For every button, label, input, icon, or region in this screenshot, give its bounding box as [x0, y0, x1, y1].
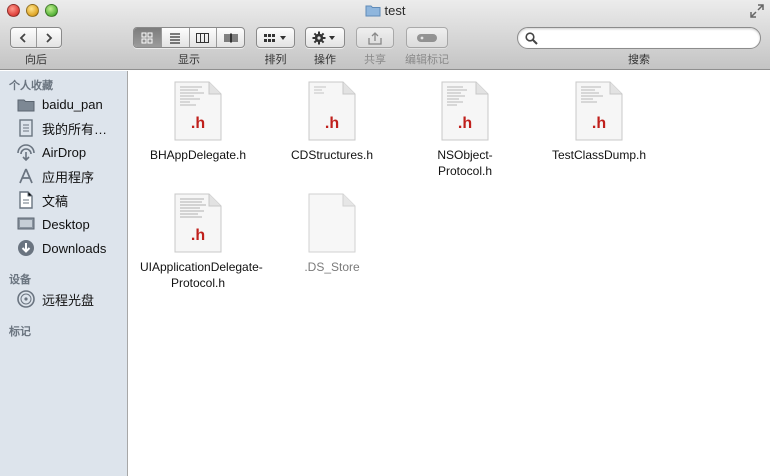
sidebar-item-label: Downloads [42, 240, 107, 256]
all-files-icon [16, 118, 36, 138]
forward-button[interactable] [37, 28, 62, 47]
sidebar-section-favorites: 个人收藏 [9, 80, 53, 92]
file-name: NSObject-Protocol.h [437, 148, 493, 178]
file-item-ds-store[interactable]: .DS_Store [267, 193, 397, 275]
tag-icon [417, 33, 437, 42]
file-type-badge: .h [457, 115, 473, 132]
edit-tags-button[interactable] [406, 27, 448, 48]
edit-tags-button-face [407, 28, 447, 47]
sidebar-item-label: 应用程序 [42, 169, 95, 185]
fullscreen-icon[interactable] [750, 4, 764, 18]
cover-flow-icon [224, 33, 238, 42]
action-button-face [306, 28, 344, 47]
search-label: 搜索 [628, 54, 650, 66]
sidebar-item-baidu-pan[interactable]: baidu_pan [16, 94, 126, 114]
sidebar-item-label: 我的所有… [42, 121, 108, 137]
file-type-badge: .h [324, 115, 340, 132]
list-view-button[interactable] [162, 28, 190, 47]
column-view-icon [196, 32, 210, 43]
window-title-text: test [384, 3, 406, 18]
list-view-icon [170, 32, 181, 44]
view-label: 显示 [178, 54, 200, 66]
file-type-badge: .h [190, 115, 206, 132]
back-forward-label: 向后 [25, 54, 47, 66]
file-name: CDStructures.h [290, 148, 374, 162]
sidebar-section-tags: 标记 [9, 326, 31, 338]
sidebar-item-applications[interactable]: 应用程序 [16, 166, 126, 186]
arrange-icon [263, 33, 286, 42]
cover-flow-button[interactable] [217, 28, 244, 47]
chevron-left-icon [19, 32, 26, 43]
sidebar-item-documents[interactable]: 文稿 [16, 190, 126, 210]
file-item-uiapplicationdelegate-protocol[interactable]: .h UIApplicationDelegate-Protocol.h [133, 193, 263, 291]
share-icon [368, 31, 382, 45]
header-file-icon: .h [308, 81, 356, 141]
arrange-button[interactable] [256, 27, 295, 48]
sidebar-item-desktop[interactable]: Desktop [16, 214, 126, 234]
file-item-testclassdump[interactable]: .h TestClassDump.h [534, 81, 664, 163]
sidebar-item-all-my-files[interactable]: 我的所有… [16, 118, 126, 138]
sidebar-item-label: AirDrop [42, 144, 87, 160]
desktop-icon [16, 214, 36, 234]
sidebar-item-label: baidu_pan [42, 96, 103, 112]
file-item-bhappdelegate[interactable]: .h BHAppDelegate.h [133, 81, 263, 163]
file-name: UIApplicationDelegate-Protocol.h [140, 260, 263, 290]
share-label: 共享 [364, 54, 386, 66]
arrange-button-face [257, 28, 294, 47]
header-file-icon: .h [174, 193, 222, 253]
toolbar: test 向后 显示 排列 操作 共享 编辑标记 搜索 [0, 0, 770, 70]
remote-disc-icon [16, 289, 36, 309]
back-forward-control [10, 27, 62, 48]
sidebar-item-remote-disc[interactable]: 远程光盘 [16, 289, 126, 309]
edit-tags-label: 编辑标记 [405, 54, 449, 66]
icon-view-icon [141, 32, 153, 43]
header-file-icon: .h [441, 81, 489, 141]
file-name: BHAppDelegate.h [149, 148, 247, 162]
share-button[interactable] [356, 27, 394, 48]
file-name: TestClassDump.h [551, 148, 647, 162]
airdrop-icon [16, 142, 36, 162]
folder-icon [16, 94, 36, 114]
downloads-icon [16, 238, 36, 258]
action-label: 操作 [314, 54, 336, 66]
search-field[interactable] [517, 27, 761, 49]
folder-icon [365, 4, 381, 20]
documents-icon [16, 190, 36, 210]
window-title: test [0, 3, 770, 20]
gear-icon [312, 31, 335, 44]
sidebar-item-downloads[interactable]: Downloads [16, 238, 126, 258]
header-file-icon: .h [575, 81, 623, 141]
file-item-cdstructures[interactable]: .h CDStructures.h [267, 81, 397, 163]
view-mode-control [133, 27, 245, 48]
search-icon [525, 32, 538, 45]
share-button-face [357, 28, 393, 47]
action-button[interactable] [305, 27, 345, 48]
arrange-label: 排列 [264, 54, 287, 66]
blank-document-icon [308, 193, 356, 253]
sidebar-item-label: Desktop [42, 216, 90, 232]
column-view-button[interactable] [190, 28, 218, 47]
sidebar-item-label: 文稿 [42, 193, 69, 209]
header-file-icon: .h [174, 81, 222, 141]
back-button[interactable] [11, 28, 37, 47]
icon-view-button[interactable] [134, 28, 162, 47]
sidebar-section-devices: 设备 [9, 274, 31, 286]
sidebar-item-label: 远程光盘 [42, 292, 95, 308]
file-item-nsobject-protocol[interactable]: .h NSObject-Protocol.h [400, 81, 530, 179]
applications-icon [16, 166, 36, 186]
search-input[interactable] [542, 31, 752, 45]
sidebar: 个人收藏 baidu_pan 我的所有… AirDrop 应用程序 文稿 Des… [0, 71, 128, 476]
file-browser: .h BHAppDelegate.h .h CDStructures.h .h … [129, 71, 770, 476]
file-name: .DS_Store [304, 260, 360, 274]
chevron-right-icon [46, 32, 53, 43]
file-type-badge: .h [591, 115, 607, 132]
sidebar-item-airdrop[interactable]: AirDrop [16, 142, 126, 162]
file-type-badge: .h [190, 227, 206, 244]
